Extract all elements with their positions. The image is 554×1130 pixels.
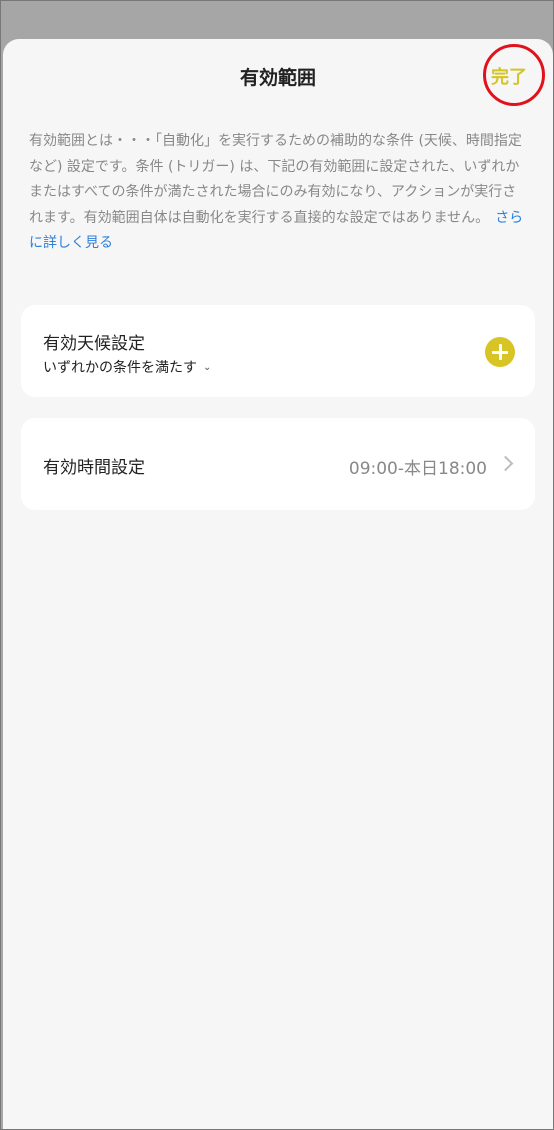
- description-text: 有効範囲とは・・・「自動化」を実行するための補助的な条件 (天候、時間指定など)…: [29, 129, 527, 257]
- condition-mode-selector[interactable]: いずれかの条件を満たす ⌄: [43, 357, 211, 377]
- chevron-right-icon: [497, 455, 514, 472]
- time-setting-label: 有効時間設定: [43, 458, 145, 478]
- description-body: 有効範囲とは・・・「自動化」を実行するための補助的な条件 (天候、時間指定など)…: [29, 133, 522, 226]
- screen-frame: 有効範囲 完了 有効範囲とは・・・「自動化」を実行するための補助的な条件 (天候…: [0, 0, 554, 1130]
- weather-condition-card: 有効天候設定 いずれかの条件を満たす ⌄: [21, 305, 535, 397]
- done-button[interactable]: 完了: [491, 63, 527, 89]
- add-weather-button[interactable]: [485, 337, 515, 367]
- sheet-header: 有効範囲 完了: [3, 39, 553, 111]
- page-title: 有効範囲: [239, 67, 316, 89]
- weather-setting-label: 有効天候設定: [43, 334, 145, 354]
- scope-settings-sheet: 有効範囲 完了 有効範囲とは・・・「自動化」を実行するための補助的な条件 (天候…: [3, 39, 553, 1129]
- condition-mode-label: いずれかの条件を満たす: [43, 360, 197, 376]
- time-range-value: 09:00-本日18:00: [348, 459, 487, 479]
- chevron-down-icon: ⌄: [203, 362, 212, 373]
- time-setting-card[interactable]: 有効時間設定 09:00-本日18:00: [21, 418, 535, 510]
